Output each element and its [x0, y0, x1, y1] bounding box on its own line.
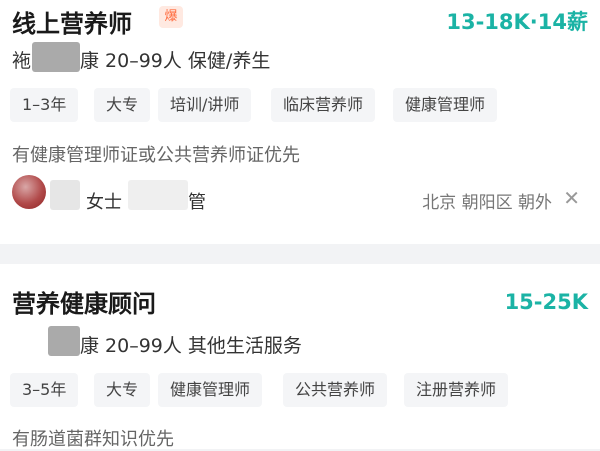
job-description: 有健康管理师证或公共营养师证优先: [12, 145, 300, 166]
tag-experience: 3–5年: [10, 373, 79, 407]
tag-skill: 培训/讲师: [158, 88, 252, 122]
job-title[interactable]: 营养健康顾问: [12, 284, 156, 319]
tag-education: 大专: [94, 373, 151, 407]
tag-skill: 健康管理师: [158, 373, 263, 407]
job-card[interactable]: 线上营养师 爆 13-18K·14薪 袘 康 20–99人 保健/养生 1–3年…: [0, 0, 600, 244]
salary: 13-18K·14薪: [446, 10, 588, 34]
job-title[interactable]: 线上营养师: [12, 4, 132, 39]
tag-skill: 临床营养师: [271, 88, 376, 122]
company-info: 康 20–99人 其他生活服务: [80, 335, 302, 357]
recruiter-name: 女士: [86, 192, 122, 213]
recruiter-title: 管: [188, 192, 206, 213]
hot-badge: 爆: [159, 6, 183, 28]
job-location: 北京 朝阳区 朝外: [422, 193, 552, 213]
tag-skill: 注册营养师: [404, 373, 509, 407]
company-name-prefix: 袘: [12, 50, 32, 72]
close-icon[interactable]: ✕: [563, 188, 580, 208]
tag-experience: 1–3年: [10, 88, 79, 122]
redacted-company-name: [48, 326, 80, 356]
company-info: 康 20–99人 保健/养生: [80, 50, 271, 72]
tag-skill: 公共营养师: [283, 373, 388, 407]
redacted-recruiter-title: [128, 180, 188, 210]
tag-skill: 健康管理师: [393, 88, 498, 122]
redacted-company-name: [32, 42, 80, 72]
tag-education: 大专: [94, 88, 151, 122]
job-description: 有肠道菌群知识优先: [12, 429, 174, 450]
redacted-recruiter-name: [50, 180, 80, 210]
salary: 15-25K: [504, 290, 588, 314]
recruiter-avatar: [12, 175, 46, 209]
